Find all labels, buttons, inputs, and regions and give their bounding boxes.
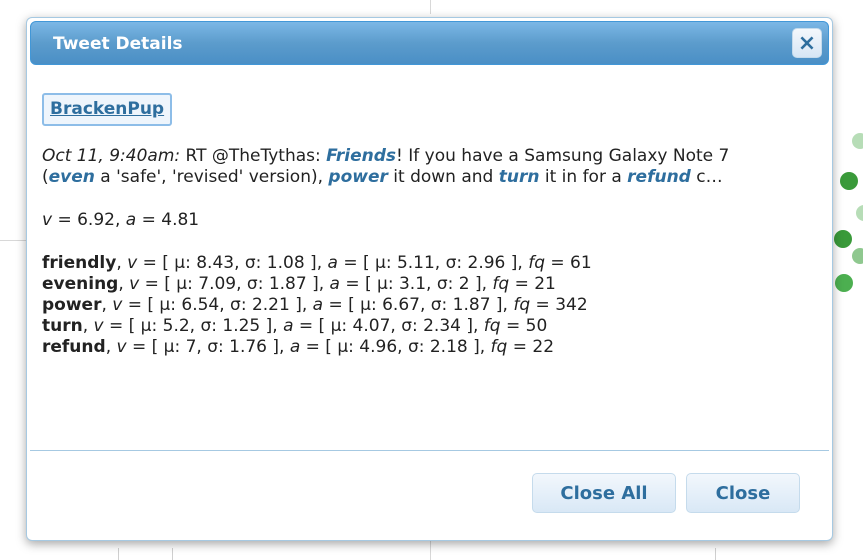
a-value: = 4.81 xyxy=(136,210,200,230)
v-label: v xyxy=(42,210,53,230)
background-gridline xyxy=(430,0,431,14)
stat-frequency: fq = 50 xyxy=(483,316,548,336)
stat-valence: , v = [ μ: 7.09, σ: 1.87 ], xyxy=(118,274,330,294)
keyword-power: power xyxy=(328,167,388,187)
dialog-content: BrackenPup Oct 11, 9:40am: RT @TheTythas… xyxy=(30,65,829,358)
tweet-text-segment: a 'safe', 'revised' version), xyxy=(94,167,329,187)
tweet-text-segment: RT @TheTythas: xyxy=(180,146,327,166)
stat-frequency: fq = 21 xyxy=(492,274,556,294)
background-dot xyxy=(852,248,863,264)
close-icon[interactable]: × xyxy=(792,28,822,58)
stat-valence: , v = [ μ: 7, σ: 1.76 ], xyxy=(105,337,290,357)
v-value: = 6.92, xyxy=(52,210,126,230)
stat-arousal: a = [ μ: 4.96, σ: 2.18 ], xyxy=(289,337,491,357)
stat-frequency: fq = 342 xyxy=(513,295,588,315)
stat-frequency: fq = 22 xyxy=(490,337,555,357)
background-dot xyxy=(840,172,858,190)
tweet-text-segment: it down and xyxy=(387,167,499,187)
stat-word: friendly xyxy=(42,253,117,273)
background-dot xyxy=(835,274,853,292)
tweet-text-segment: c… xyxy=(690,167,723,187)
stat-arousal: a = [ μ: 6.67, σ: 1.87 ], xyxy=(312,295,514,315)
stat-frequency: fq = 61 xyxy=(528,253,592,273)
dialog-button-pane: Close All Close xyxy=(30,450,829,513)
close-all-button[interactable]: Close All xyxy=(532,473,676,513)
stat-word: power xyxy=(42,295,102,315)
stat-arousal: a = [ μ: 3.1, σ: 2 ], xyxy=(329,274,493,294)
stat-word: evening xyxy=(42,274,119,294)
stat-valence: , v = [ μ: 6.54, σ: 2.21 ], xyxy=(101,295,313,315)
tweet-date: Oct 11, 9:40am: xyxy=(42,146,181,166)
keyword-friends: Friends xyxy=(326,146,397,166)
background-tick xyxy=(715,548,716,560)
tweet-text-segment: it in for a xyxy=(539,167,628,187)
close-icon-glyph: × xyxy=(797,30,817,56)
keyword-turn: turn xyxy=(498,167,540,187)
background-dot xyxy=(852,133,863,149)
dialog-title: Tweet Details xyxy=(53,34,183,54)
word-stat-row: power, v = [ μ: 6.54, σ: 2.21 ], a = [ μ… xyxy=(42,295,817,316)
word-stat-row: turn, v = [ μ: 5.2, σ: 1.25 ], a = [ μ: … xyxy=(42,316,817,337)
word-stats-list: friendly, v = [ μ: 8.43, σ: 1.08 ], a = … xyxy=(42,253,817,358)
stat-arousal: a = [ μ: 5.11, σ: 2.96 ], xyxy=(327,253,529,273)
user-link[interactable]: BrackenPup xyxy=(42,93,173,126)
background-gridline xyxy=(430,540,431,560)
close-button[interactable]: Close xyxy=(686,473,800,513)
a-label: a xyxy=(125,210,137,230)
keyword-even: even xyxy=(48,167,95,187)
stat-word: turn xyxy=(42,316,83,336)
word-stat-row: refund, v = [ μ: 7, σ: 1.76 ], a = [ μ: … xyxy=(42,337,817,358)
stat-valence: , v = [ μ: 8.43, σ: 1.08 ], xyxy=(116,253,328,273)
dialog-titlebar[interactable]: Tweet Details × xyxy=(30,21,829,65)
stat-word: refund xyxy=(42,337,106,357)
stat-arousal: a = [ μ: 4.07, σ: 2.34 ], xyxy=(283,316,484,336)
word-stat-row: evening, v = [ μ: 7.09, σ: 1.87 ], a = [… xyxy=(42,274,817,295)
word-stat-row: friendly, v = [ μ: 8.43, σ: 1.08 ], a = … xyxy=(42,253,817,274)
stat-valence: , v = [ μ: 5.2, σ: 1.25 ], xyxy=(82,316,284,336)
background-tick xyxy=(172,548,173,560)
background-dot xyxy=(856,205,863,221)
keyword-refund: refund xyxy=(627,167,691,187)
tweet-details-dialog: Tweet Details × BrackenPup Oct 11, 9:40a… xyxy=(26,17,833,541)
tweet-summary: v = 6.92, a = 4.81 xyxy=(42,210,817,231)
tweet-text: Oct 11, 9:40am: RT @TheTythas: Friends! … xyxy=(42,146,782,188)
background-tick xyxy=(118,548,119,560)
background-dot xyxy=(834,230,852,248)
